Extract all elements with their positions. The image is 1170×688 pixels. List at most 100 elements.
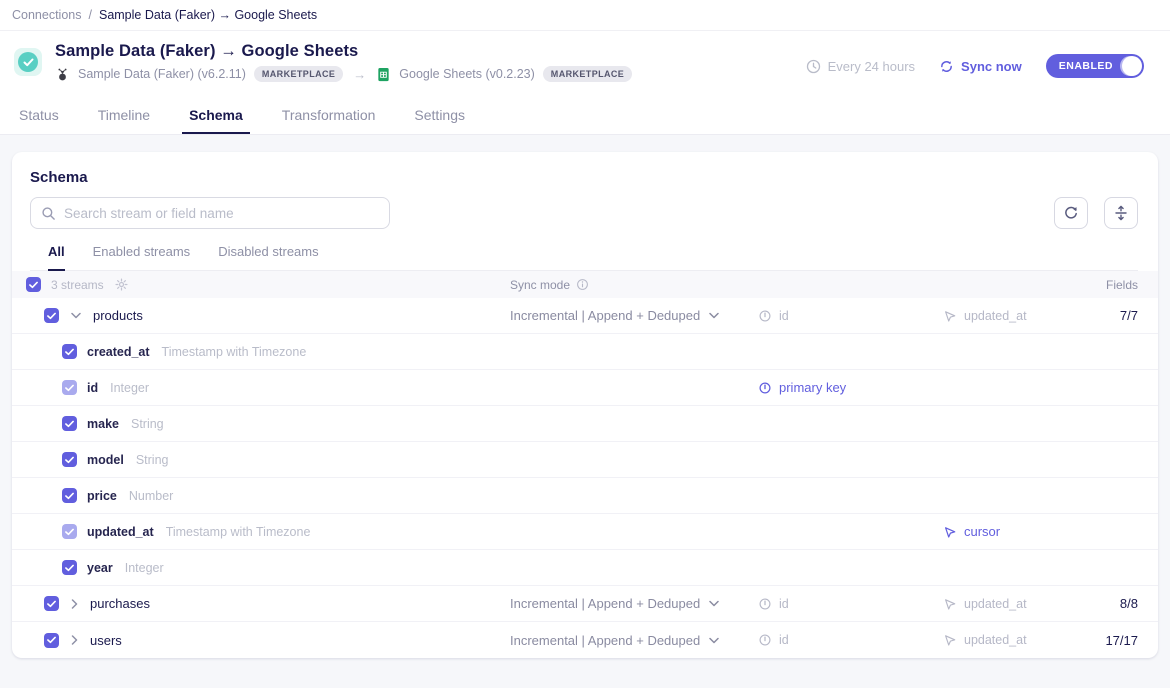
cursor-pointer-icon: [943, 525, 957, 539]
fields-count: 8/8: [1081, 596, 1158, 611]
stream-checkbox[interactable]: [44, 596, 59, 611]
connection-title: Sample Data (Faker) → Google Sheets: [55, 42, 632, 61]
clock-icon: [806, 59, 821, 74]
search-icon: [41, 206, 56, 221]
field-checkbox[interactable]: [62, 416, 77, 431]
expand-vertical-icon: [1113, 205, 1129, 221]
field-type: String: [136, 453, 169, 467]
fields-header: Fields: [1081, 278, 1158, 292]
field-type: Timestamp with Timezone: [162, 345, 307, 359]
check-icon: [47, 600, 56, 608]
primary-key-summary[interactable]: id: [746, 633, 931, 647]
fields-count: 17/17: [1081, 633, 1158, 648]
schema-card: Schema: [12, 152, 1158, 658]
breadcrumb-separator: /: [89, 8, 92, 22]
sync-icon: [939, 59, 954, 74]
tab-timeline[interactable]: Timeline: [95, 95, 153, 134]
cursor-pointer-icon: [943, 309, 957, 323]
field-name: model: [87, 453, 124, 467]
stream-name[interactable]: users: [90, 633, 122, 648]
tab-status[interactable]: Status: [16, 95, 62, 134]
arrow-icon: →: [353, 67, 366, 82]
field-name: price: [87, 489, 117, 503]
enabled-toggle[interactable]: ENABLED: [1046, 54, 1144, 78]
field-row-make: make String: [12, 406, 1158, 442]
breadcrumb-connections-link[interactable]: Connections: [12, 8, 82, 22]
stream-row-purchases: purchases Incremental | Append + Deduped…: [12, 586, 1158, 622]
sync-mode-select[interactable]: Incremental | Append + Deduped: [498, 596, 746, 611]
field-row-price: price Number: [12, 478, 1158, 514]
field-row-model: model String: [12, 442, 1158, 478]
info-icon: [576, 278, 589, 291]
sync-mode-select[interactable]: Incremental | Append + Deduped: [498, 633, 746, 648]
chevron-right-icon[interactable]: [71, 635, 78, 645]
field-checkbox[interactable]: [62, 344, 77, 359]
tab-transformation[interactable]: Transformation: [279, 95, 379, 134]
sync-mode-header: Sync mode: [510, 278, 570, 292]
select-all-checkbox[interactable]: [26, 277, 41, 292]
key-circle-icon: [758, 309, 772, 323]
check-icon: [23, 58, 34, 67]
filter-tab-enabled[interactable]: Enabled streams: [93, 244, 191, 270]
field-checkbox[interactable]: [62, 524, 77, 539]
cursor-summary[interactable]: updated_at: [931, 309, 1081, 323]
sync-now-button[interactable]: Sync now: [939, 59, 1022, 74]
destination-name[interactable]: Google Sheets (v0.2.23): [399, 67, 535, 81]
source-name[interactable]: Sample Data (Faker) (v6.2.11): [78, 67, 246, 81]
tab-schema[interactable]: Schema: [186, 95, 246, 134]
cursor-value: updated_at: [964, 309, 1027, 323]
breadcrumb: Connections / Sample Data (Faker) → Goog…: [0, 0, 1170, 31]
schema-search[interactable]: [30, 197, 390, 229]
filter-tab-disabled[interactable]: Disabled streams: [218, 244, 318, 270]
primary-key-summary[interactable]: id: [746, 309, 931, 323]
stream-row-products: products Incremental | Append + Deduped …: [12, 298, 1158, 334]
cursor-summary[interactable]: updated_at: [931, 597, 1081, 611]
field-row-updated_at: updated_at Timestamp with Timezone curso…: [12, 514, 1158, 550]
field-type: Timestamp with Timezone: [166, 525, 311, 539]
filter-tab-all[interactable]: All: [48, 244, 65, 270]
field-checkbox[interactable]: [62, 488, 77, 503]
expand-all-button[interactable]: [1104, 197, 1138, 229]
fields-count: 7/7: [1081, 308, 1158, 323]
enabled-label: ENABLED: [1059, 60, 1113, 72]
streams-count-label: 3 streams: [51, 278, 104, 292]
chevron-right-icon[interactable]: [71, 599, 78, 609]
field-row-id: id Integer primary key: [12, 370, 1158, 406]
chevron-down-icon[interactable]: [71, 312, 81, 319]
cursor-pointer-icon: [943, 597, 957, 611]
primary-key-value: id: [779, 597, 789, 611]
field-checkbox[interactable]: [62, 560, 77, 575]
check-icon: [29, 281, 38, 289]
schema-card-title: Schema: [30, 169, 1138, 186]
sync-mode-select[interactable]: Incremental | Append + Deduped: [498, 308, 746, 323]
tab-settings[interactable]: Settings: [411, 95, 468, 134]
cursor-summary[interactable]: updated_at: [931, 633, 1081, 647]
key-circle-icon: [758, 597, 772, 611]
stream-checkbox[interactable]: [44, 633, 59, 648]
primary-key-tag[interactable]: primary key: [746, 380, 931, 395]
key-circle-icon: [758, 381, 772, 395]
stream-name[interactable]: purchases: [90, 596, 150, 611]
field-type: String: [131, 417, 164, 431]
field-name: make: [87, 417, 119, 431]
primary-key-summary[interactable]: id: [746, 597, 931, 611]
primary-key-value: id: [779, 309, 789, 323]
google-sheets-icon: [376, 67, 391, 82]
cursor-pointer-icon: [943, 633, 957, 647]
field-type: Integer: [110, 381, 149, 395]
toggle-knob: [1122, 56, 1142, 76]
gear-icon[interactable]: [114, 277, 129, 292]
cursor-tag[interactable]: cursor: [931, 524, 1081, 539]
stream-checkbox[interactable]: [44, 308, 59, 323]
stream-name[interactable]: products: [93, 308, 143, 323]
breadcrumb-current: Sample Data (Faker) → Google Sheets: [99, 8, 317, 22]
refresh-schema-button[interactable]: [1054, 197, 1088, 229]
field-checkbox[interactable]: [62, 452, 77, 467]
search-input[interactable]: [64, 206, 379, 221]
field-name: id: [87, 381, 98, 395]
refresh-icon: [1063, 205, 1079, 221]
primary-key-value: id: [779, 633, 789, 647]
source-marketplace-badge: MARKETPLACE: [254, 66, 343, 82]
connection-tabs: Status Timeline Schema Transformation Se…: [0, 95, 1170, 135]
field-checkbox[interactable]: [62, 380, 77, 395]
